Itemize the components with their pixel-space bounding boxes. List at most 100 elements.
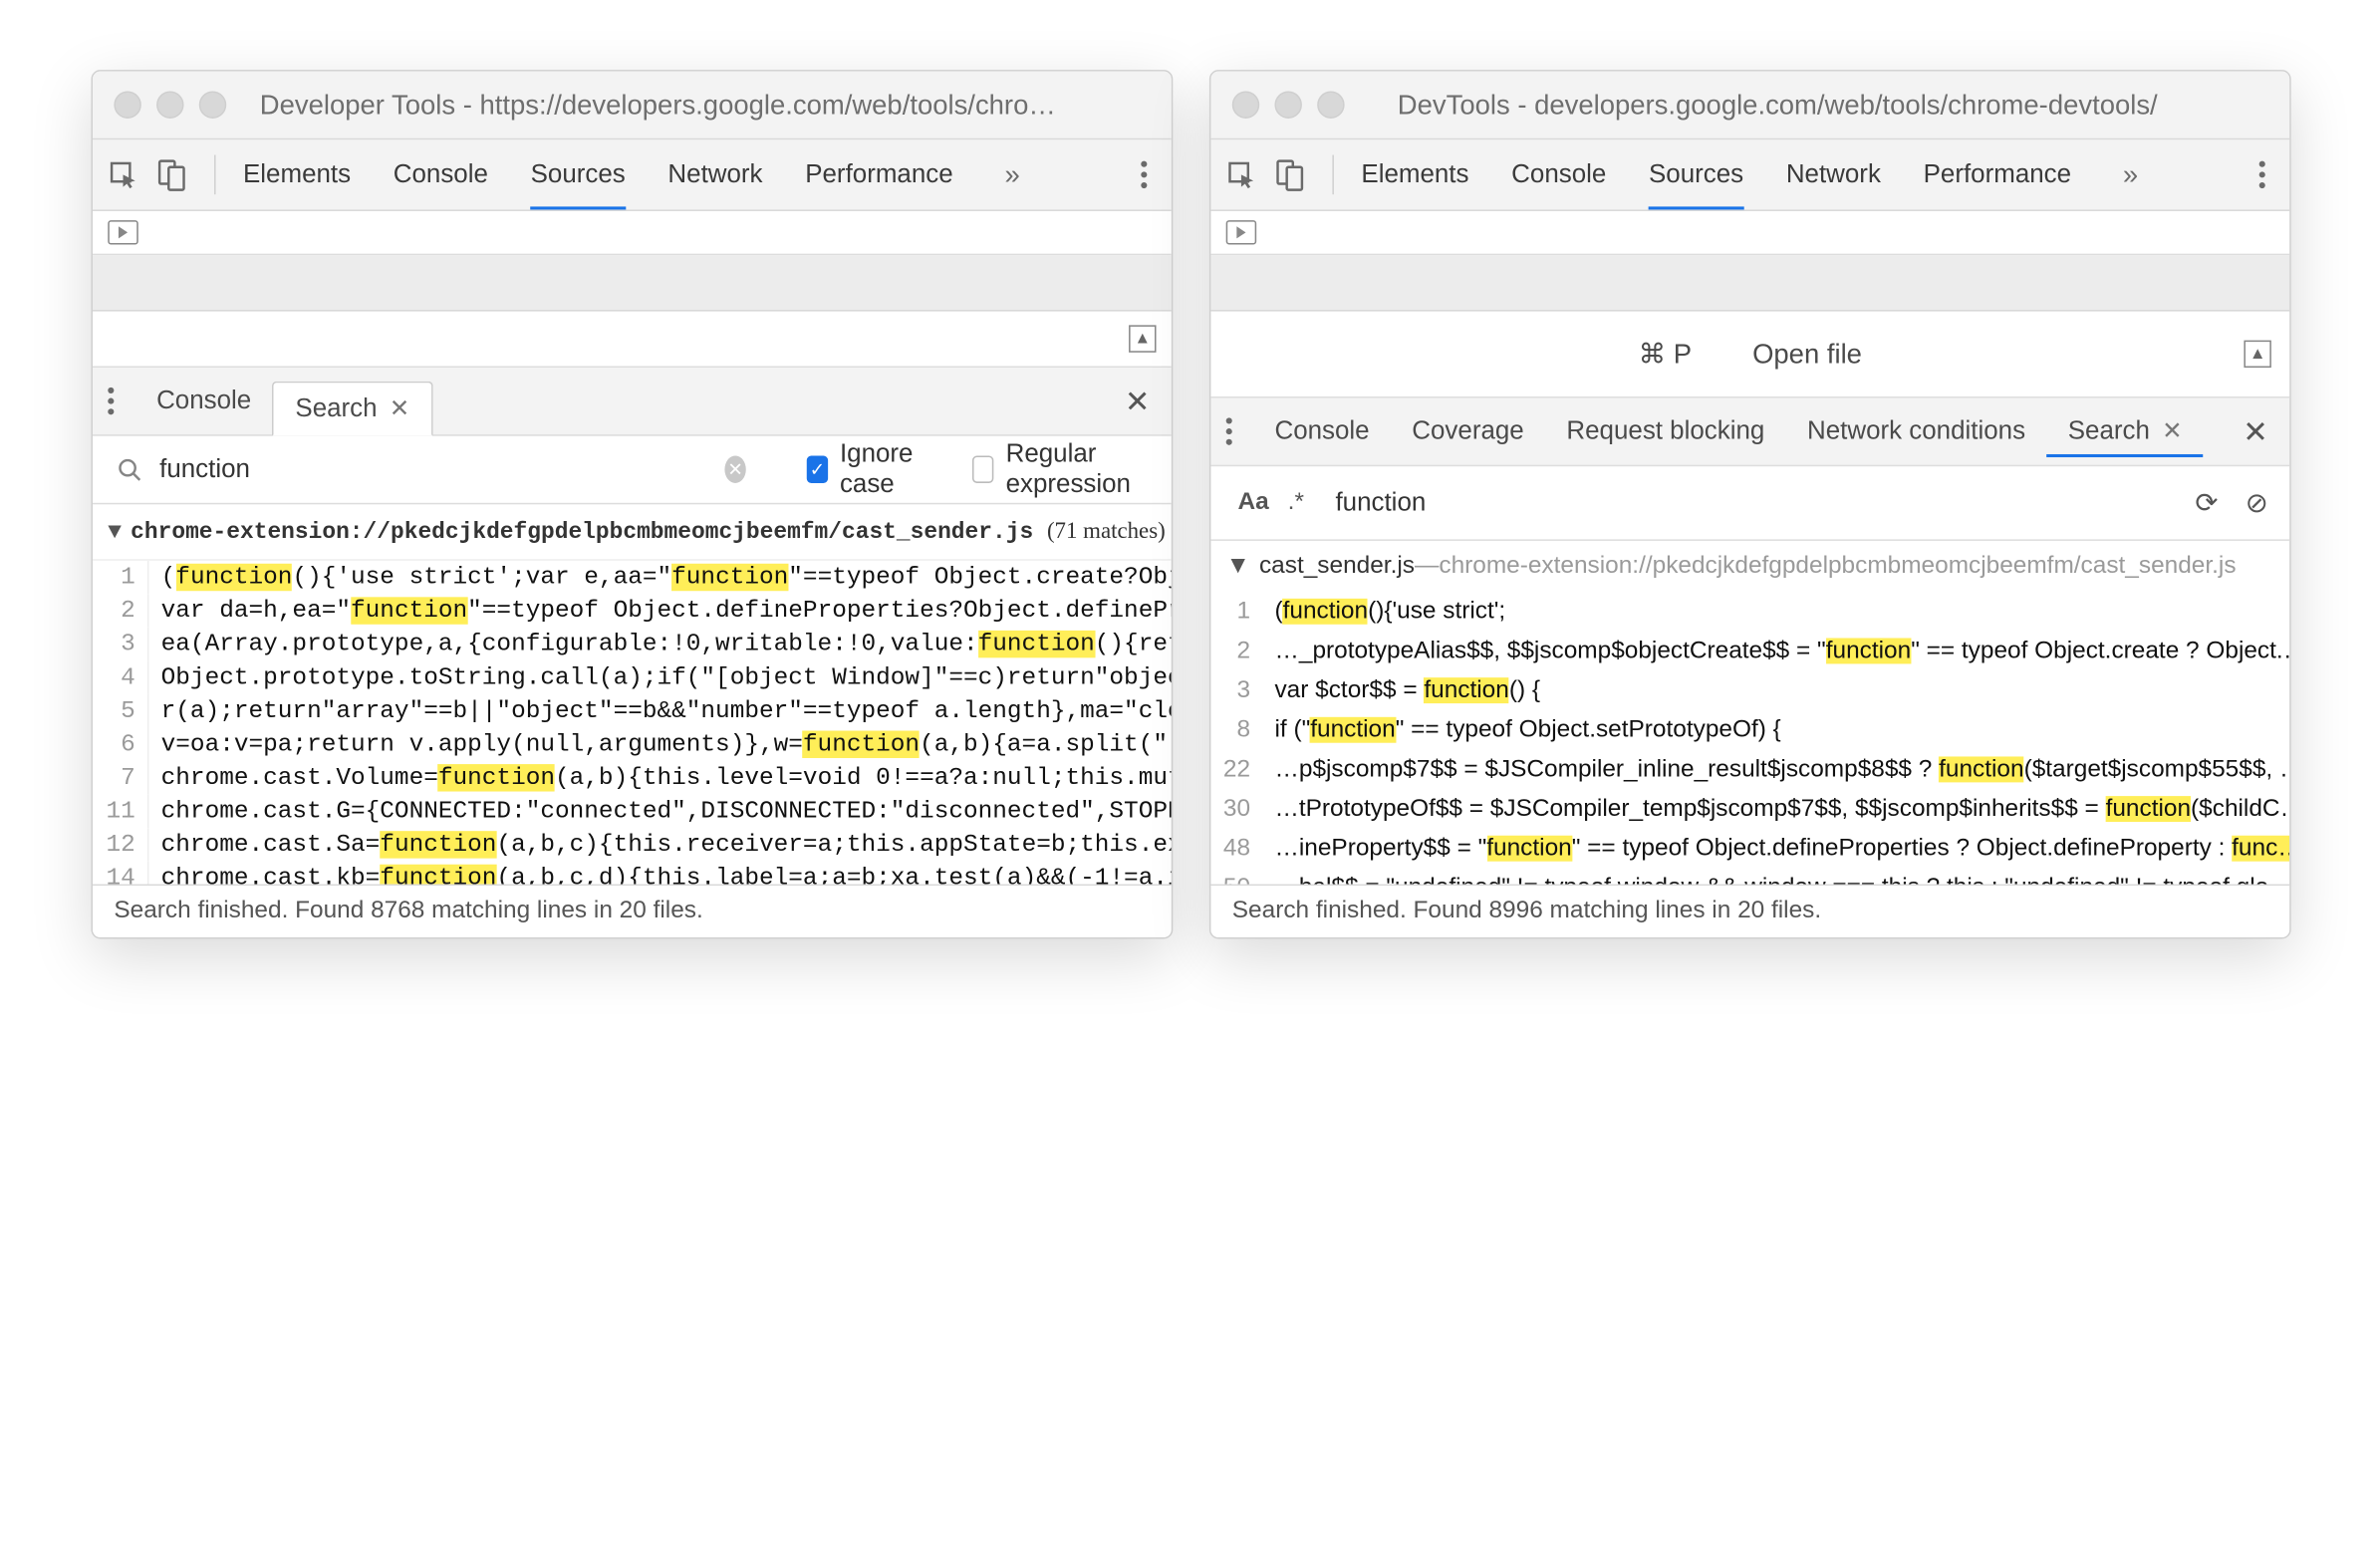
- code-line[interactable]: 48…ineProperty$$ = "function" == typeof …: [1210, 830, 2289, 870]
- menu-icon[interactable]: [2235, 156, 2289, 193]
- result-file-sep: —: [1415, 553, 1439, 580]
- tab-elements[interactable]: Elements: [1361, 139, 1468, 209]
- search-input[interactable]: [1332, 486, 2167, 520]
- drawer-tab-coverage[interactable]: Coverage: [1391, 407, 1545, 456]
- result-file-header[interactable]: ▼ chrome-extension://pkedcjkdefgpdelpbcm…: [93, 504, 1172, 560]
- minimize-icon[interactable]: [1274, 92, 1301, 119]
- minimize-icon[interactable]: [156, 92, 183, 119]
- tab-console[interactable]: Console: [394, 139, 488, 209]
- disclosure-triangle-icon[interactable]: ▼: [1226, 553, 1250, 580]
- drawer-tab-network-conditions[interactable]: Network conditions: [1786, 407, 2047, 456]
- cancel-icon[interactable]: ⊘: [2246, 487, 2268, 519]
- show-navigator-icon[interactable]: [1226, 220, 1257, 244]
- drawer-tab-search[interactable]: Search ✕: [273, 382, 433, 436]
- code-line[interactable]: 6v=oa:v=pa;return v.apply(null,arguments…: [93, 727, 1172, 761]
- sources-subbar: [1210, 211, 2289, 255]
- search-highlight: function: [1310, 717, 1395, 743]
- open-file-prompt[interactable]: ⌘ P Open file ▲: [1210, 312, 2289, 398]
- line-text: Object.prototype.toString.call(a);if("[o…: [148, 660, 1171, 694]
- code-line[interactable]: 8if ("function" == typeof Object.setProt…: [1210, 711, 2289, 751]
- line-text: (function(){'use strict';var e,aa="funct…: [148, 561, 1171, 595]
- match-case-icon[interactable]: Aa: [1232, 489, 1275, 516]
- line-text: v=oa:v=pa;return v.apply(null,arguments)…: [148, 727, 1171, 761]
- regex-option[interactable]: Regular expression: [972, 439, 1172, 500]
- tab-network[interactable]: Network: [667, 139, 762, 209]
- regex-icon[interactable]: .*: [1274, 489, 1317, 516]
- code-line[interactable]: 1(function(){'use strict';: [1210, 593, 2289, 633]
- close-icon[interactable]: [114, 92, 140, 119]
- drawer-close-icon[interactable]: ✕: [2243, 412, 2268, 450]
- show-navigator-icon[interactable]: [108, 220, 137, 244]
- device-toggle-icon[interactable]: [1274, 158, 1305, 192]
- refresh-icon[interactable]: ⟳: [2195, 487, 2218, 519]
- code-line[interactable]: 2var da=h,ea="function"==typeof Object.d…: [93, 594, 1172, 628]
- checkbox-icon[interactable]: [972, 456, 993, 483]
- titlebar: DevTools - developers.google.com/web/too…: [1210, 72, 2289, 140]
- code-line[interactable]: 5r(a);return"array"==b||"object"==b&&"nu…: [93, 694, 1172, 728]
- more-tabs-icon[interactable]: »: [2123, 158, 2138, 190]
- editor-placeholder-row: ▲: [93, 312, 1172, 368]
- result-code-listing: 1(function(){'use strict';2…_prototypeAl…: [1210, 593, 2289, 885]
- tab-sources[interactable]: Sources: [531, 139, 626, 209]
- code-line[interactable]: 2…_prototypeAlias$$, $$jscomp$objectCrea…: [1210, 632, 2289, 671]
- inspect-element-icon[interactable]: [1226, 159, 1257, 190]
- drawer-tab-console[interactable]: Console: [1253, 407, 1391, 456]
- zoom-icon[interactable]: [199, 92, 226, 119]
- search-highlight: function: [1939, 756, 2023, 782]
- drawer-menu-icon[interactable]: [1226, 417, 1232, 444]
- expand-drawer-icon[interactable]: ▲: [2244, 341, 2270, 368]
- close-tab-icon[interactable]: ✕: [2162, 416, 2182, 447]
- code-line[interactable]: 22…p$jscomp$7$$ = $JSCompiler_inline_res…: [1210, 750, 2289, 790]
- code-line[interactable]: 3var $ctor$$ = function() {: [1210, 671, 2289, 711]
- tab-network[interactable]: Network: [1786, 139, 1881, 209]
- code-line[interactable]: 4Object.prototype.toString.call(a);if("[…: [93, 660, 1172, 694]
- inspect-element-icon[interactable]: [108, 159, 137, 190]
- more-tabs-icon[interactable]: »: [1005, 158, 1020, 190]
- editor-tabs-empty: [1210, 255, 2289, 311]
- status-bar: Search finished. Found 8996 matching lin…: [1210, 885, 2289, 937]
- tab-elements[interactable]: Elements: [243, 139, 351, 209]
- result-file-path: chrome-extension://pkedcjkdefgpdelpbcmbm…: [1439, 553, 2236, 580]
- panel-tabs: Elements Console Sources Network Perform…: [243, 139, 1020, 209]
- code-line[interactable]: 11chrome.cast.G={CONNECTED:"connected",D…: [93, 795, 1172, 829]
- code-line[interactable]: 14chrome.cast.kb=function(a,b,c,d){this.…: [93, 862, 1172, 885]
- code-line[interactable]: 1(function(){'use strict';var e,aa="func…: [93, 561, 1172, 595]
- tab-sources[interactable]: Sources: [1649, 139, 1743, 209]
- zoom-icon[interactable]: [1317, 92, 1344, 119]
- checkbox-icon[interactable]: ✓: [807, 456, 828, 483]
- drawer-tab-console[interactable]: Console: [135, 377, 273, 425]
- code-line[interactable]: 30…tPrototypeOf$$ = $JSCompiler_temp$jsc…: [1210, 790, 2289, 830]
- tab-console[interactable]: Console: [1511, 139, 1606, 209]
- tab-performance[interactable]: Performance: [805, 139, 952, 209]
- code-line[interactable]: 3ea(Array.prototype,a,{configurable:!0,w…: [93, 628, 1172, 661]
- result-code-listing: 1(function(){'use strict';var e,aa="func…: [93, 561, 1172, 885]
- drawer-close-icon[interactable]: ✕: [1125, 383, 1151, 420]
- search-highlight: function: [1486, 836, 1571, 862]
- line-number: 8: [1210, 711, 1262, 751]
- search-highlight: function: [2106, 796, 2191, 822]
- drawer-tab-search[interactable]: Search ✕: [2046, 407, 2204, 456]
- drawer-tab-request-blocking[interactable]: Request blocking: [1545, 407, 1786, 456]
- close-tab-icon[interactable]: ✕: [390, 393, 409, 424]
- expand-drawer-icon[interactable]: ▲: [1129, 325, 1156, 352]
- code-line[interactable]: 50…bal$$ = "undefined" != typeof window …: [1210, 869, 2289, 884]
- clear-search-icon[interactable]: ✕: [724, 456, 745, 483]
- ignore-case-option[interactable]: ✓ Ignore case: [807, 439, 939, 500]
- line-number: 5: [93, 694, 148, 728]
- close-icon[interactable]: [1232, 92, 1259, 119]
- disclosure-triangle-icon[interactable]: ▼: [108, 519, 122, 545]
- menu-icon[interactable]: [1117, 156, 1172, 193]
- search-highlight: function: [1424, 677, 1508, 703]
- drawer-menu-icon[interactable]: [108, 388, 114, 414]
- drawer-tabs: Console Search ✕ ✕: [93, 368, 1172, 436]
- search-highlight: function: [978, 631, 1095, 657]
- ignore-case-label: Ignore case: [840, 439, 939, 500]
- search-input[interactable]: [156, 452, 724, 486]
- code-line[interactable]: 12chrome.cast.Sa=function(a,b,c){this.re…: [93, 828, 1172, 862]
- code-line[interactable]: 7chrome.cast.Volume=function(a,b){this.l…: [93, 761, 1172, 795]
- tab-performance[interactable]: Performance: [1924, 139, 2071, 209]
- device-toggle-icon[interactable]: [156, 158, 187, 192]
- line-number: 3: [1210, 671, 1262, 711]
- devtools-window-right: DevTools - developers.google.com/web/too…: [1209, 70, 2291, 938]
- result-file-header[interactable]: ▼ cast_sender.js — chrome-extension://pk…: [1210, 541, 2289, 593]
